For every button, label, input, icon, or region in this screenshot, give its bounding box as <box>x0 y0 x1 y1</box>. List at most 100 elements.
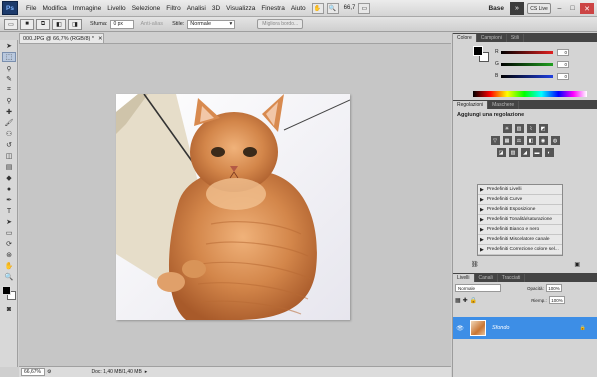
list-item[interactable]: ▶ Predefiniti Esposizione <box>478 205 562 215</box>
tab-regolazioni[interactable]: Regolazioni <box>453 101 489 109</box>
menu-file[interactable]: File <box>23 5 39 12</box>
lock-position-icon[interactable]: ✚ <box>463 297 468 304</box>
status-arrow-icon[interactable]: ▸ <box>145 369 148 375</box>
zoom-tool-icon-2[interactable]: 🔍 <box>2 272 16 282</box>
menu-aiuto[interactable]: Aiuto <box>288 5 309 12</box>
cs-live-button[interactable]: CS Live <box>527 3 551 14</box>
menu-visualizza[interactable]: Visualizza <box>223 5 258 12</box>
clip-layer-icon[interactable]: ⛓ <box>471 261 479 268</box>
tab-tracciati[interactable]: Tracciati <box>498 274 526 282</box>
brightness-icon[interactable]: ☀ <box>502 124 512 133</box>
foreground-color-swatch[interactable] <box>2 286 11 295</box>
threshold-icon[interactable]: ◢ <box>520 148 530 157</box>
color-swatches[interactable] <box>1 285 17 301</box>
refine-edge-button[interactable]: Migliora bordo... <box>257 19 304 29</box>
dodge-tool-icon[interactable]: ● <box>2 184 16 194</box>
screen-mode-icon[interactable]: ▭ <box>358 2 371 14</box>
menu-selezione[interactable]: Selezione <box>129 5 164 12</box>
feather-input[interactable]: 0 px <box>110 19 135 29</box>
tab-colore[interactable]: Colore <box>453 34 477 42</box>
hand-tool-icon[interactable]: ✋ <box>311 2 324 14</box>
channel-r-slider[interactable] <box>501 50 553 54</box>
hand-tool-icon-2[interactable]: ✋ <box>2 261 16 271</box>
list-item[interactable]: ▶ Predefiniti Correzione colore sel... <box>478 245 562 255</box>
crop-tool-icon[interactable]: ⌗ <box>2 85 16 95</box>
minimize-icon[interactable]: – <box>554 3 565 14</box>
healing-brush-tool-icon[interactable]: ✚ <box>2 107 16 117</box>
history-brush-tool-icon[interactable]: ↺ <box>2 140 16 150</box>
tab-stili[interactable]: Stili <box>507 34 524 42</box>
photo-filter-icon[interactable]: ◉ <box>538 136 548 145</box>
3d-orbit-tool-icon[interactable]: ⊛ <box>2 250 16 260</box>
antialias-label[interactable]: Anti-alias <box>140 21 163 27</box>
new-selection-icon[interactable]: ■ <box>20 18 34 30</box>
maximize-icon[interactable]: □ <box>567 3 578 14</box>
type-tool-icon[interactable]: T <box>2 206 16 216</box>
close-icon[interactable]: ✕ <box>580 3 594 14</box>
intersect-selection-icon[interactable]: ◨ <box>68 18 82 30</box>
marquee-tool-icon[interactable]: ⬚ <box>2 52 16 62</box>
selective-color-icon[interactable]: ◐ <box>544 148 554 157</box>
menu-finestra[interactable]: Finestra <box>258 5 287 12</box>
brush-tool-icon[interactable]: 🖌 <box>2 118 16 128</box>
tab-canali[interactable]: Canali <box>475 274 498 282</box>
menu-filtro[interactable]: Filtro <box>163 5 183 12</box>
menu-3d[interactable]: 3D <box>209 5 223 12</box>
3d-rotate-tool-icon[interactable]: ⟳ <box>2 239 16 249</box>
app-logo[interactable]: Ps <box>2 1 18 15</box>
menu-immagine[interactable]: Immagine <box>70 5 105 12</box>
add-selection-icon[interactable]: ⧉ <box>36 18 50 30</box>
subtract-selection-icon[interactable]: ◧ <box>52 18 66 30</box>
opacity-input[interactable]: 100% <box>545 284 562 292</box>
blur-tool-icon[interactable]: ◆ <box>2 173 16 183</box>
lock-pixels-icon[interactable]: ▦ <box>455 297 461 304</box>
channel-b-value[interactable]: 0 <box>557 72 569 80</box>
eyedropper-tool-icon[interactable]: ⚲ <box>2 96 16 106</box>
move-tool-icon[interactable]: ➤ <box>2 41 16 51</box>
menu-analisi[interactable]: Analisi <box>184 5 209 12</box>
exposure-icon[interactable]: ◩ <box>538 124 548 133</box>
quick-mask-icon[interactable]: ◙ <box>2 304 16 314</box>
close-tab-icon[interactable]: ✕ <box>98 36 103 42</box>
document-tab[interactable]: 000.JPG @ 66,7% (RGB/8) * ✕ <box>19 33 104 43</box>
rectangle-tool-icon[interactable]: ▭ <box>2 228 16 238</box>
eye-icon[interactable]: 👁 <box>453 325 467 332</box>
channel-r-value[interactable]: 0 <box>557 48 569 56</box>
marquee-preset-icon[interactable]: ▭ <box>4 18 18 30</box>
list-item[interactable]: ▶ Predefiniti Tonalità/saturazione <box>478 215 562 225</box>
tab-campioni[interactable]: Campioni <box>477 34 507 42</box>
document-info[interactable]: Doc: 1,40 MB/1,40 MB <box>91 369 141 375</box>
panel-menu-icon[interactable]: ▣ <box>574 261 580 268</box>
blend-mode-select[interactable]: Normale <box>455 284 501 292</box>
style-select[interactable]: Normale ▾ <box>187 19 236 29</box>
color-balance-icon[interactable]: ⚖ <box>514 136 524 145</box>
posterize-icon[interactable]: ▨ <box>508 148 518 157</box>
image-canvas[interactable] <box>116 94 350 320</box>
zoom-level[interactable]: 66,7 <box>344 5 356 11</box>
hue-saturation-icon[interactable]: ▦ <box>502 136 512 145</box>
zoom-tool-icon[interactable]: 🔍 <box>326 2 339 14</box>
levels-icon[interactable]: ▥ <box>514 124 524 133</box>
clone-stamp-tool-icon[interactable]: ⚇ <box>2 129 16 139</box>
menu-livello[interactable]: Livello <box>104 5 128 12</box>
lock-all-icon[interactable]: 🔒 <box>470 297 477 304</box>
path-selection-tool-icon[interactable]: ➤ <box>2 217 16 227</box>
color-spectrum[interactable] <box>473 91 587 97</box>
curves-icon[interactable]: ⌇ <box>526 124 536 133</box>
status-zoom-icon[interactable]: ⚙ <box>47 369 51 375</box>
vibrance-icon[interactable]: ▽ <box>490 136 500 145</box>
menu-modifica[interactable]: Modifica <box>39 5 69 12</box>
list-item[interactable]: ▶ Predefiniti Miscelatore canale <box>478 235 562 245</box>
black-white-icon[interactable]: ◧ <box>526 136 536 145</box>
cp-foreground-swatch[interactable] <box>473 46 483 56</box>
list-item[interactable]: ▶ Predefiniti Bianco e nero <box>478 225 562 235</box>
layer-row[interactable]: 👁 Sfondo 🔒 <box>453 317 597 339</box>
gradient-tool-icon[interactable]: ▤ <box>2 162 16 172</box>
fill-input[interactable]: 100% <box>548 296 565 304</box>
zoom-percent-field[interactable]: 66,67% <box>21 368 45 376</box>
workspace-more-button[interactable]: » <box>510 2 524 15</box>
list-item[interactable]: ▶ Predefiniti Livelli <box>478 185 562 195</box>
workspace-label[interactable]: Base <box>488 5 504 12</box>
lasso-tool-icon[interactable]: ϙ <box>2 63 16 73</box>
quick-selection-tool-icon[interactable]: ✎ <box>2 74 16 84</box>
